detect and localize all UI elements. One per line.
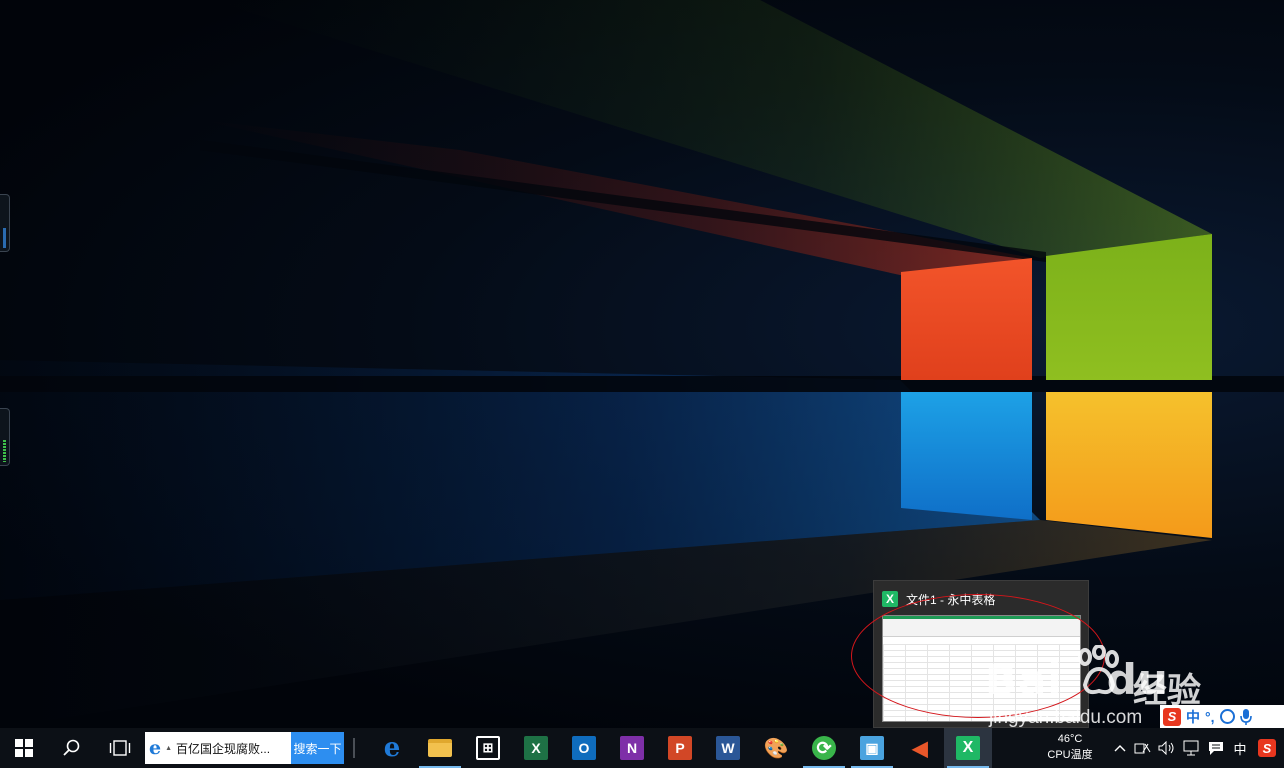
excel-icon: X (524, 736, 548, 760)
taskbar-app-excel[interactable]: X (512, 728, 560, 768)
show-hidden-icons-chevron-icon[interactable] (1112, 738, 1128, 758)
yozo-sheet-icon: X (882, 591, 898, 607)
taskbar-app-paint[interactable]: 🎨 (752, 728, 800, 768)
taskbar-app-word[interactable]: W (704, 728, 752, 768)
windows-logo-wallpaper (0, 0, 1284, 728)
onenote-icon: N (620, 736, 644, 760)
taskbar-app-edge[interactable]: e (368, 728, 416, 768)
taskbar-app-control-panel[interactable]: ▣ (848, 728, 896, 768)
cpu-temp-widget[interactable]: 46°C CPU温度 (1040, 731, 1100, 763)
ie-icon: e (149, 737, 162, 759)
volume-icon[interactable] (1157, 738, 1177, 758)
side-gadget-top[interactable] (0, 194, 10, 252)
start-button[interactable] (0, 728, 48, 768)
taskbar-app-media-app[interactable]: ◀ (896, 728, 944, 768)
annotation-ellipse-preview (851, 594, 1105, 718)
emoji-icon[interactable] (1219, 709, 1235, 724)
green-refresh-icon: ⟳ (812, 736, 836, 760)
task-view-button[interactable] (96, 728, 144, 768)
sogou-logo-icon[interactable]: S (1163, 707, 1181, 726)
yozo-x-icon: X (956, 736, 980, 760)
taskbar-app-store[interactable]: ⊞ (464, 728, 512, 768)
taskbar-separator (353, 738, 355, 758)
taskbar-app-yozo-sheet[interactable]: X (944, 728, 992, 768)
cpu-temp-label: CPU温度 (1047, 749, 1093, 761)
cpu-temp-value: 46°C (1057, 733, 1083, 745)
ime-floating-toolbar[interactable]: S 中 °, (1160, 705, 1284, 728)
search-button[interactable] (48, 728, 96, 768)
edge-icon: e (383, 733, 401, 763)
store-icon: ⊞ (476, 736, 500, 760)
taskbar-app-outlook[interactable]: O (560, 728, 608, 768)
action-center-icon[interactable] (1206, 738, 1226, 758)
taskbar-app-powerpoint[interactable]: P (656, 728, 704, 768)
ime-punct-toggle[interactable]: °, (1205, 709, 1215, 725)
taskbar-app-refresh-app[interactable]: ⟳ (800, 728, 848, 768)
search-box-text[interactable]: 百亿国企现腐败... (176, 740, 270, 757)
ime-mode-toggle[interactable]: 中 (1186, 707, 1200, 727)
microphone-icon[interactable] (1239, 708, 1252, 726)
desktop-wallpaper[interactable] (0, 0, 1284, 728)
search-submit-button[interactable]: 搜索一下 (291, 732, 344, 764)
speaker-cone-icon: ◀ (912, 737, 928, 760)
web-search-box[interactable]: e ▲ 百亿国企现腐败... (145, 732, 291, 764)
control-panel-icon: ▣ (860, 736, 884, 760)
pen-workspace-icon[interactable] (1132, 738, 1154, 758)
outlook-icon: O (572, 736, 596, 760)
side-gadget-bottom[interactable] (0, 408, 10, 466)
paint-palette-icon: 🎨 (763, 737, 789, 760)
network-icon[interactable] (1181, 738, 1203, 758)
windows-logo-icon (15, 739, 33, 757)
folder-icon (428, 739, 452, 757)
side-gadget-top-level (3, 228, 6, 248)
search-icon (63, 739, 80, 756)
search-engine-dropdown-icon[interactable]: ▲ (165, 745, 172, 752)
side-gadget-bottom-level (3, 440, 6, 462)
word-icon: W (716, 736, 740, 760)
sogou-tray-icon[interactable]: S (1256, 738, 1278, 758)
ime-language-indicator[interactable]: 中 (1230, 738, 1250, 758)
taskbar-app-onenote[interactable]: N (608, 728, 656, 768)
powerpoint-icon: P (668, 736, 692, 760)
pinned-apps: e ⊞ X O N P W 🎨 ⟳ ▣ ◀ X (368, 728, 992, 768)
task-view-icon (109, 740, 131, 756)
taskbar-app-file-explorer[interactable] (416, 728, 464, 768)
